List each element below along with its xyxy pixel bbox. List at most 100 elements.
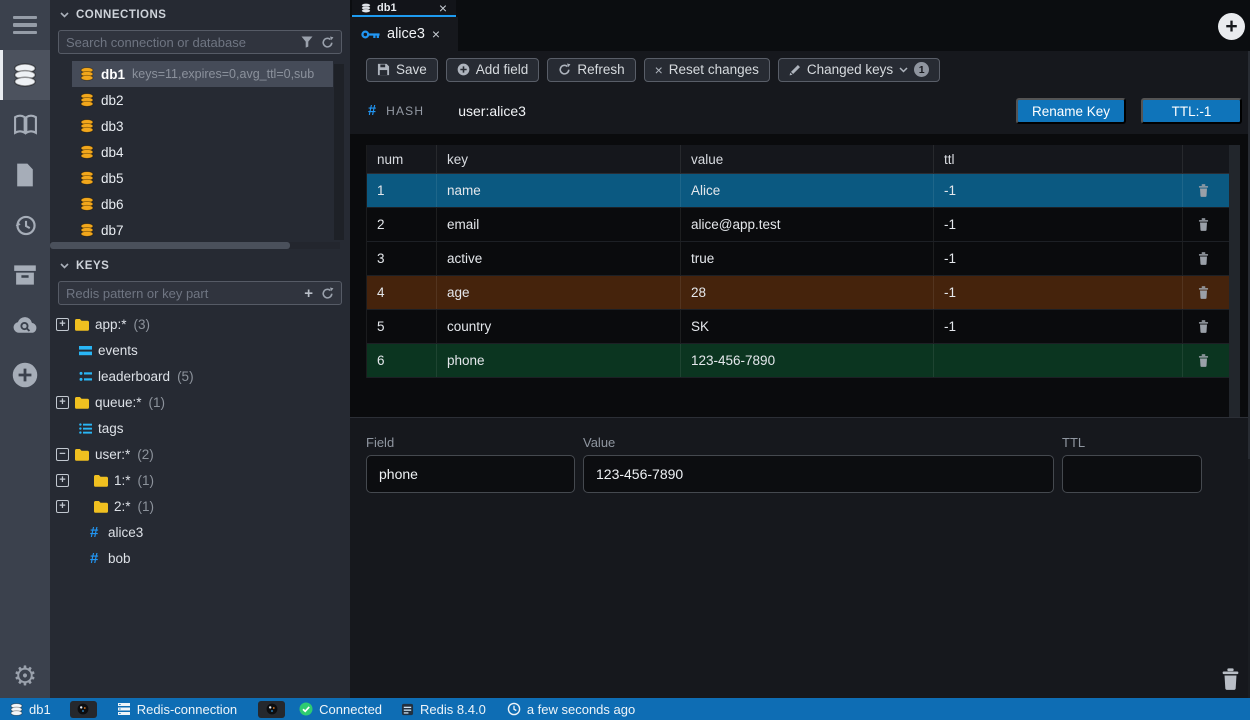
ttl-button[interactable]: TTL:-1 xyxy=(1141,98,1242,124)
close-tab-icon[interactable]: × xyxy=(432,27,440,41)
cloud-search-icon xyxy=(12,315,39,335)
check-circle-icon xyxy=(299,702,313,716)
connection-search-input[interactable] xyxy=(66,35,293,50)
ttl-input[interactable] xyxy=(1062,455,1202,493)
table-row[interactable]: 6 phone 123-456-7890 xyxy=(367,344,1229,378)
book-icon xyxy=(13,114,38,136)
status-last-updated: a few seconds ago xyxy=(507,702,635,717)
status-connected: Connected xyxy=(299,702,382,717)
connections-list: db1 keys=11,expires=0,avg_ttl=0,sub db2 … xyxy=(50,58,350,251)
connection-row-db5[interactable]: db5 xyxy=(50,165,350,191)
database-icon xyxy=(80,223,94,237)
table-row[interactable]: 5 country SK -1 xyxy=(367,310,1229,344)
expand-icon[interactable]: + xyxy=(56,318,69,331)
database-icon xyxy=(80,67,94,81)
redis-client-app: ⚙ CONNECTIONS db1 keys= xyxy=(0,0,1250,720)
add-key-icon[interactable]: + xyxy=(304,286,313,301)
table-row[interactable]: 3 active true -1 xyxy=(367,242,1229,276)
tree-item-tags[interactable]: tags xyxy=(50,415,350,441)
archive-icon xyxy=(13,264,37,286)
redis-version-icon xyxy=(401,703,414,716)
tree-item-app[interactable]: + app:* (3) xyxy=(50,311,350,337)
plus-circle-icon xyxy=(11,361,39,389)
connection-row-db3[interactable]: db3 xyxy=(50,113,350,139)
connection-row-db7[interactable]: db7 xyxy=(50,217,350,243)
rail-item-file[interactable] xyxy=(0,150,50,200)
trash-icon[interactable] xyxy=(1198,286,1209,299)
rail-item-add-connection[interactable] xyxy=(0,350,50,400)
rail-item-cloud-search[interactable] xyxy=(0,300,50,350)
add-field-button[interactable]: Add field xyxy=(446,58,540,82)
db-usage-chip[interactable] xyxy=(70,701,97,718)
connections-horizontal-scrollbar[interactable] xyxy=(50,242,340,249)
close-tab-icon[interactable]: × xyxy=(439,1,447,15)
trash-icon[interactable] xyxy=(1198,218,1209,231)
table-row[interactable]: 4 age 28 -1 xyxy=(367,276,1229,310)
hamburger-icon xyxy=(13,16,37,35)
field-input[interactable] xyxy=(366,455,575,493)
column-header-num[interactable]: num xyxy=(367,145,437,173)
refresh-button[interactable]: Refresh xyxy=(547,58,635,82)
folder-icon xyxy=(74,317,89,331)
tab-alice3[interactable]: alice3 × xyxy=(350,17,458,51)
trash-icon[interactable] xyxy=(1198,184,1209,197)
database-icon xyxy=(80,197,94,211)
database-icon xyxy=(13,63,37,87)
menu-button[interactable] xyxy=(0,0,50,50)
new-tab-button[interactable]: + xyxy=(1218,13,1245,40)
delete-field-trash-icon[interactable] xyxy=(1221,668,1240,690)
key-header: # HASH user:alice3 Rename Key TTL:-1 xyxy=(350,88,1250,134)
connection-row-db1[interactable]: db1 keys=11,expires=0,avg_ttl=0,sub xyxy=(72,61,333,87)
column-header-ttl[interactable]: ttl xyxy=(934,145,1183,173)
column-header-key[interactable]: key xyxy=(437,145,681,173)
status-version: Redis 8.4.0 xyxy=(401,702,486,717)
rename-key-button[interactable]: Rename Key xyxy=(1016,98,1126,124)
tree-item-alice3[interactable]: # alice3 xyxy=(50,519,350,545)
keys-section-header[interactable]: KEYS xyxy=(50,251,350,278)
rail-item-history[interactable] xyxy=(0,200,50,250)
tab-db1[interactable]: db1 × xyxy=(352,0,456,17)
table-row[interactable]: 1 name Alice -1 xyxy=(367,174,1229,208)
connection-row-db4[interactable]: db4 xyxy=(50,139,350,165)
tree-item-user[interactable]: − user:* (2) xyxy=(50,441,350,467)
changed-keys-dropdown[interactable]: Changed keys 1 xyxy=(778,58,940,82)
connection-usage-chip[interactable] xyxy=(258,701,285,718)
collapse-icon[interactable]: − xyxy=(56,448,69,461)
usage-pie-icon xyxy=(266,703,278,715)
filter-icon[interactable] xyxy=(301,36,313,48)
chevron-down-icon xyxy=(60,12,69,18)
connections-vertical-scrollbar[interactable] xyxy=(334,64,344,240)
trash-icon[interactable] xyxy=(1198,320,1209,333)
rail-item-archive[interactable] xyxy=(0,250,50,300)
tree-item-queue[interactable]: + queue:* (1) xyxy=(50,389,350,415)
key-search-input[interactable] xyxy=(66,286,296,301)
status-connection[interactable]: Redis-connection xyxy=(117,702,237,717)
refresh-keys-icon[interactable] xyxy=(321,287,334,300)
expand-icon[interactable]: + xyxy=(56,474,69,487)
save-button[interactable]: Save xyxy=(366,58,438,82)
connection-row-db6[interactable]: db6 xyxy=(50,191,350,217)
expand-icon[interactable]: + xyxy=(56,396,69,409)
trash-icon[interactable] xyxy=(1198,252,1209,265)
refresh-connections-icon[interactable] xyxy=(321,36,334,49)
tree-item-bob[interactable]: # bob xyxy=(50,545,350,571)
database-icon xyxy=(361,3,371,13)
tree-item-events[interactable]: events xyxy=(50,337,350,363)
tree-item-leaderboard[interactable]: leaderboard (5) xyxy=(50,363,350,389)
status-db[interactable]: db1 xyxy=(10,702,51,717)
connections-section-header[interactable]: CONNECTIONS xyxy=(50,0,350,27)
connection-row-db2[interactable]: db2 xyxy=(50,87,350,113)
rail-item-docs[interactable] xyxy=(0,100,50,150)
rail-item-connections[interactable] xyxy=(0,50,50,100)
tree-item-user-2[interactable]: + 2:* (1) xyxy=(50,493,350,519)
expand-icon[interactable]: + xyxy=(56,500,69,513)
table-row[interactable]: 2 email alice@app.test -1 xyxy=(367,208,1229,242)
settings-gear-icon[interactable]: ⚙ xyxy=(0,661,50,692)
tree-item-user-1[interactable]: + 1:* (1) xyxy=(50,467,350,493)
trash-icon[interactable] xyxy=(1198,354,1209,367)
table-scrollbar[interactable] xyxy=(1229,145,1240,417)
reset-changes-button[interactable]: × Reset changes xyxy=(644,58,770,82)
key-icon xyxy=(361,29,380,40)
value-input[interactable] xyxy=(583,455,1054,493)
column-header-value[interactable]: value xyxy=(681,145,934,173)
